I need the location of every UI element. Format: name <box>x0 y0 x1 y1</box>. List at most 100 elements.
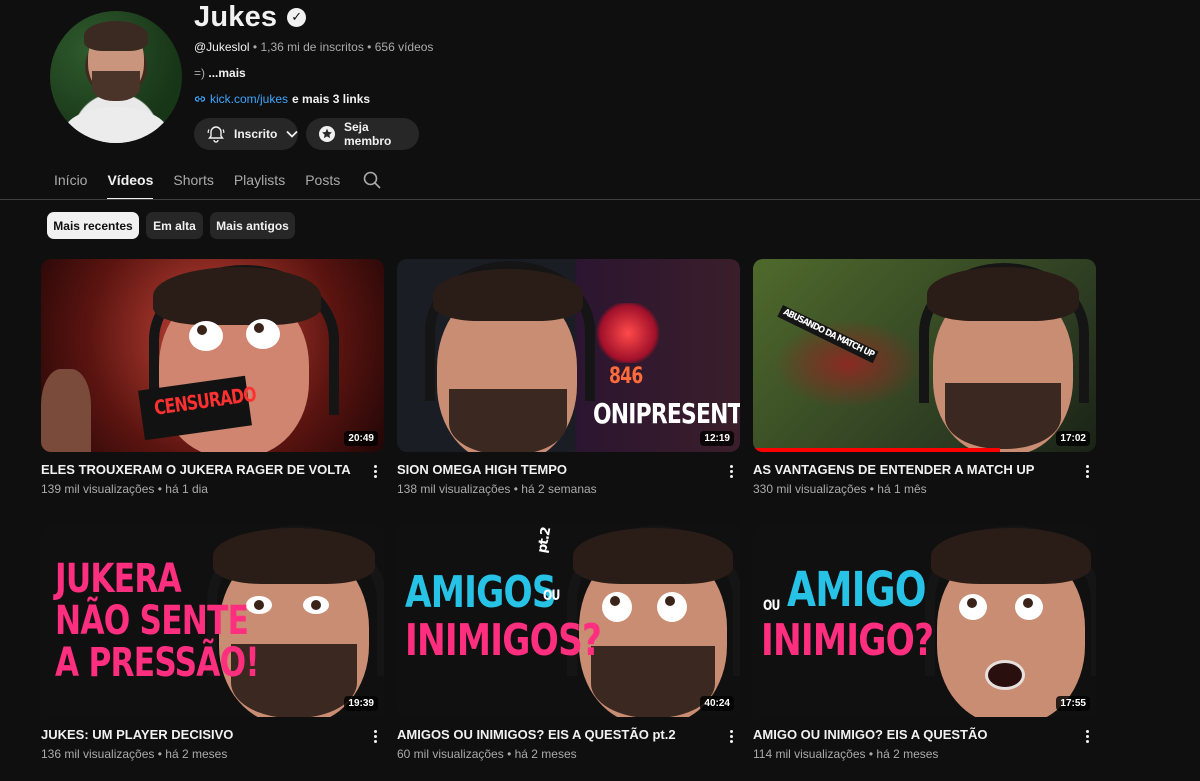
video-thumbnail[interactable]: OU AMIGO INIMIGO? 17:55 <box>753 524 1096 717</box>
thumb-eye <box>959 594 987 620</box>
tab-shorts[interactable]: Shorts <box>173 160 213 200</box>
video-age: há 2 meses <box>876 747 939 761</box>
thumb-hair <box>931 528 1091 584</box>
video-views: 139 mil visualizações <box>41 482 155 496</box>
video-age: há 2 meses <box>165 747 228 761</box>
video-card[interactable]: 846 ONIPRESENTE 12:19 SION OMEGA HIGH TE… <box>397 259 740 496</box>
video-card[interactable]: JUKERA NÃO SENTE A PRESSÃO! 19:39 JUKES:… <box>41 524 384 761</box>
avatar-shirt <box>64 107 168 143</box>
video-thumbnail[interactable]: AMIGOS OU pt.2 INIMIGOS? 40:24 <box>397 524 740 717</box>
video-age: há 1 dia <box>165 482 208 496</box>
meta-separator: • <box>157 747 162 761</box>
meta-separator: • <box>252 40 258 54</box>
meta-separator: • <box>868 747 874 761</box>
video-thumbnail[interactable]: ABUSANDO DA MATCH UP 17:02 <box>753 259 1096 452</box>
video-duration: 12:19 <box>700 431 734 446</box>
video-age: há 1 mês <box>877 482 927 496</box>
thumb-eye <box>657 592 687 622</box>
verified-check-icon: ✓ <box>287 7 307 27</box>
video-menu-icon[interactable] <box>727 728 735 746</box>
link-icon <box>194 96 206 102</box>
video-duration: 20:49 <box>344 431 378 446</box>
video-meta: 136 mil visualizações • há 2 meses <box>41 747 227 761</box>
thumb-caption-line: A PRESSÃO! <box>55 640 260 686</box>
video-card[interactable]: AMIGOS OU pt.2 INIMIGOS? 40:24 AMIGOS OU… <box>397 524 740 761</box>
member-label: Seja membro <box>344 120 392 148</box>
thumb-arm <box>41 369 91 452</box>
channel-tabs: Início Vídeos Shorts Playlists Posts <box>54 160 360 200</box>
channel-name: Jukes <box>194 0 278 33</box>
video-card[interactable]: OU AMIGO INIMIGO? 17:55 AMIGO OU INIMIGO… <box>753 524 1096 761</box>
thumb-eye <box>246 596 272 614</box>
video-menu-icon[interactable] <box>371 728 379 746</box>
video-menu-icon[interactable] <box>371 463 379 481</box>
thumb-caption-line: NÃO SENTE <box>55 598 249 644</box>
watch-progress <box>753 448 1000 452</box>
meta-separator: • <box>157 482 162 496</box>
subscriber-count: 1,36 mi de inscritos <box>260 40 364 54</box>
tab-inicio[interactable]: Início <box>54 160 87 200</box>
video-title[interactable]: JUKES: UM PLAYER DECISIVO <box>41 727 361 742</box>
video-thumbnail[interactable]: JUKERA NÃO SENTE A PRESSÃO! 19:39 <box>41 524 384 717</box>
star-badge-icon <box>319 126 335 142</box>
more-links-button[interactable]: e mais 3 links <box>292 92 370 106</box>
video-meta: 139 mil visualizações • há 1 dia <box>41 482 208 496</box>
thumb-fight-scene <box>773 319 923 409</box>
tab-videos[interactable]: Vídeos <box>107 160 154 200</box>
tab-posts[interactable]: Posts <box>305 160 340 200</box>
search-icon[interactable] <box>362 170 382 190</box>
video-title[interactable]: ELES TROUXERAM O JUKERA RAGER DE VOLTA <box>41 462 361 477</box>
thumb-caption-line: INIMIGO? <box>761 615 934 666</box>
thumb-effect <box>593 303 663 363</box>
thumb-hair <box>213 528 375 584</box>
video-title[interactable]: AMIGO OU INIMIGO? EIS A QUESTÃO <box>753 727 1073 742</box>
video-menu-icon[interactable] <box>727 463 735 481</box>
video-age: há 2 meses <box>514 747 577 761</box>
thumb-eye <box>602 592 632 622</box>
video-meta: 330 mil visualizações • há 1 mês <box>753 482 927 496</box>
video-card[interactable]: CENSURADO 20:49 ELES TROUXERAM O JUKERA … <box>41 259 384 496</box>
chip-mais-recentes[interactable]: Mais recentes <box>47 212 139 239</box>
chip-em-alta[interactable]: Em alta <box>146 212 203 239</box>
video-meta: 114 mil visualizações • há 2 meses <box>753 747 938 761</box>
bell-icon <box>207 126 225 143</box>
tab-playlists[interactable]: Playlists <box>234 160 285 200</box>
thumb-hair <box>573 528 733 584</box>
video-thumbnail[interactable]: CENSURADO 20:49 <box>41 259 384 452</box>
video-duration: 17:55 <box>1056 696 1090 711</box>
channel-links: kick.com/jukes e mais 3 links <box>194 92 370 106</box>
video-views: 138 mil visualizações <box>397 482 511 496</box>
video-title[interactable]: SION OMEGA HIGH TEMPO <box>397 462 717 477</box>
video-age: há 2 semanas <box>521 482 597 496</box>
video-title[interactable]: AMIGOS OU INIMIGOS? EIS A QUESTÃO pt.2 <box>397 727 717 742</box>
thumb-beard <box>945 383 1061 449</box>
thumb-tag: pt.2 <box>535 526 555 555</box>
thumb-caption-line: OU <box>543 588 560 604</box>
meta-separator: • <box>507 747 512 761</box>
thumb-eye <box>303 596 329 614</box>
description-more-link[interactable]: ...mais <box>208 66 245 80</box>
channel-avatar[interactable] <box>50 11 182 143</box>
thumb-eye <box>189 321 223 351</box>
thumb-hair <box>153 267 321 325</box>
thumb-number: 846 <box>609 364 643 389</box>
avatar-beard <box>92 71 140 101</box>
video-menu-icon[interactable] <box>1083 463 1091 481</box>
video-title[interactable]: AS VANTAGENS DE ENTENDER A MATCH UP <box>753 462 1073 477</box>
subscribed-button[interactable]: Inscrito <box>194 118 298 150</box>
join-member-button[interactable]: Seja membro <box>306 118 419 150</box>
tabs-divider <box>0 199 1200 200</box>
video-card[interactable]: ABUSANDO DA MATCH UP 17:02 AS VANTAGENS … <box>753 259 1096 496</box>
video-menu-icon[interactable] <box>1083 728 1091 746</box>
meta-separator: • <box>869 482 874 496</box>
kick-link[interactable]: kick.com/jukes <box>210 92 288 106</box>
avatar-hair <box>84 21 148 51</box>
video-thumbnail[interactable]: 846 ONIPRESENTE 12:19 <box>397 259 740 452</box>
video-duration: 17:02 <box>1056 431 1090 446</box>
thumb-hair <box>433 269 583 321</box>
chip-mais-antigos[interactable]: Mais antigos <box>210 212 295 239</box>
thumb-eye <box>1015 594 1043 620</box>
channel-description[interactable]: =) ...mais <box>194 66 246 80</box>
channel-title: Jukes ✓ <box>194 0 307 34</box>
video-views: 114 mil visualizações <box>753 747 866 761</box>
